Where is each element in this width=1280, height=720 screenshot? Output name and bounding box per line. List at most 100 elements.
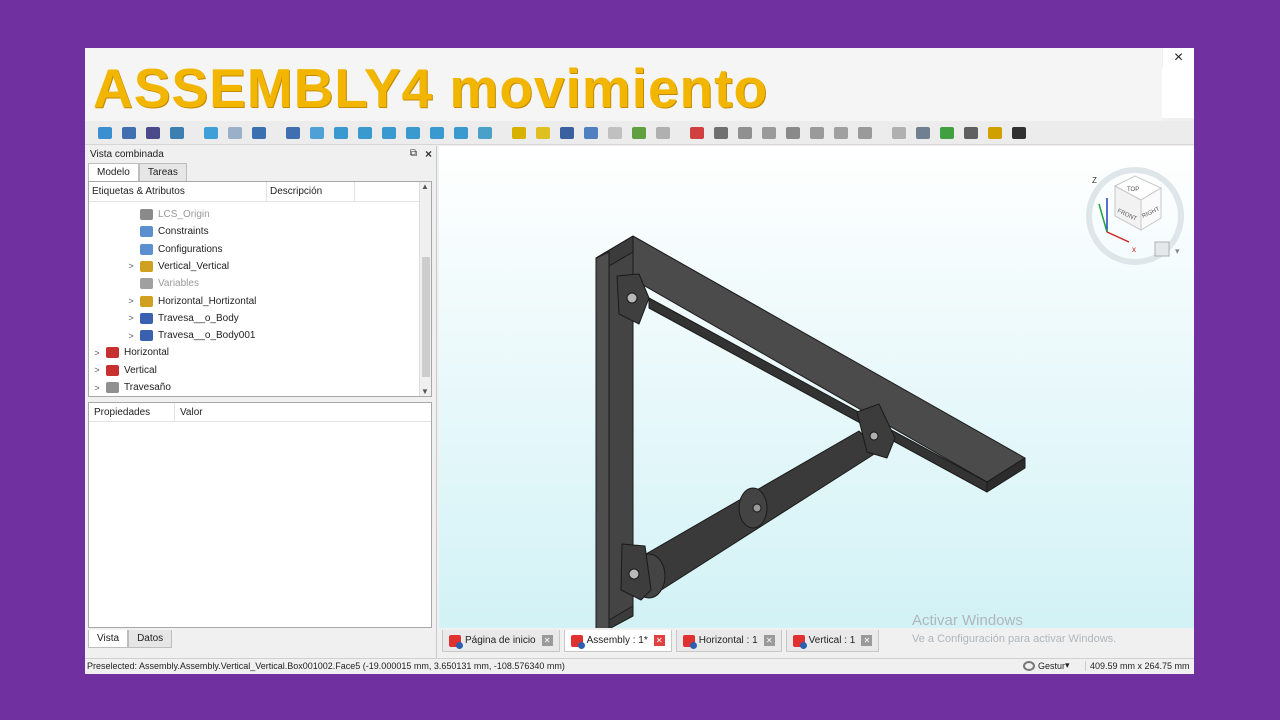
gear-icon[interactable] [985,124,1005,142]
lower-bolt-hole [628,568,640,580]
check-icon[interactable] [913,124,933,142]
mouse-icon [1023,660,1035,671]
fit-all-icon[interactable] [95,124,115,142]
folder-icon [140,226,153,238]
combo-view-header: Vista combinada ⧉ × [85,146,437,164]
close-tab-icon[interactable]: ✕ [861,635,873,646]
navcube-top-label: TOP [1127,187,1139,193]
expand-arrow-icon[interactable]: > [126,331,136,341]
tree-item-label: Constraints [158,226,209,238]
tree-col-description[interactable]: Descripción [267,182,355,201]
variables-icon[interactable] [831,124,851,142]
new-part-icon[interactable] [533,124,553,142]
animation-icon[interactable] [1009,124,1029,142]
tab-tareas[interactable]: Tareas [138,163,187,181]
expand-arrow-icon[interactable]: > [126,313,136,323]
expand-arrow-icon[interactable]: > [92,365,102,375]
new-lcs-icon[interactable] [687,124,707,142]
tree-item[interactable]: > Travesa__o_Body001 [89,327,255,344]
tab-modelo[interactable]: Modelo [88,163,139,181]
std-views-icon[interactable] [249,124,269,142]
tree-item[interactable]: > Vertical [89,362,157,379]
new-sketch-icon[interactable] [581,124,601,142]
screw-icon[interactable] [653,124,673,142]
tab-datos[interactable]: Datos [128,630,173,648]
tree-item-label: Vertical_Vertical [158,260,230,272]
navigation-style-button[interactable]: Gestur ▾ [1023,660,1070,671]
tree-item[interactable]: Variables [89,275,199,292]
tree-item-label: LCS_Origin [158,209,210,220]
expand-arrow-icon[interactable]: > [92,383,102,393]
tree-item[interactable]: > Horizontal_Hortizontal [89,293,256,310]
model-tree[interactable]: Etiquetas & Atributos Descripción LCS_Or… [88,181,432,397]
new-datum-icon[interactable] [711,124,731,142]
place-link-icon[interactable] [759,124,779,142]
doc-tab-assembly[interactable]: Assembly : 1* ✕ [563,630,672,652]
move-icon[interactable] [807,124,827,142]
expand-arrow-icon[interactable]: > [92,348,102,358]
solver-icon[interactable] [961,124,981,142]
scroll-down-icon[interactable]: ▼ [421,387,429,396]
body-link-icon [140,312,153,324]
zoom-icon[interactable] [119,124,139,142]
prop-col-properties[interactable]: Propiedades [89,403,175,421]
3d-viewport[interactable]: ▾ Z x TOP FRONT RIGHT Z Y X [439,146,1194,628]
tab-vista[interactable]: Vista [88,630,129,648]
doc-tab-start-page[interactable]: Página de inicio ✕ [442,630,560,652]
new-axis-icon[interactable] [735,124,755,142]
zoom-fit-icon[interactable] [283,124,303,142]
right-view-icon[interactable] [379,124,399,142]
prop-col-value[interactable]: Valor [175,403,208,421]
insert-link-icon[interactable] [605,124,625,142]
front-view-icon[interactable] [331,124,351,142]
close-tab-icon[interactable]: ✕ [763,635,775,646]
hierarchy-icon[interactable] [855,124,875,142]
new-model-icon[interactable] [509,124,529,142]
tree-col-labels[interactable]: Etiquetas & Atributos [89,182,267,201]
rear-view-icon[interactable] [403,124,423,142]
bom-icon[interactable] [889,124,909,142]
isometric-view-icon[interactable] [307,124,327,142]
doc-tab-horizontal[interactable]: Horizontal : 1 ✕ [675,630,782,652]
bounding-box-icon[interactable] [167,124,187,142]
tree-scrollbar[interactable]: ▲ ▼ [419,182,431,396]
forward-arrow-icon[interactable] [225,124,245,142]
status-bar: Preselected: Assembly.Assembly.Vertical_… [85,658,1194,674]
body-link-icon [140,330,153,342]
expand-arrow-icon[interactable]: > [126,296,136,306]
close-tab-icon[interactable]: ✕ [653,635,665,646]
tree-item[interactable]: > Vertical_Vertical [89,258,229,275]
close-tab-icon[interactable]: ✕ [541,635,553,646]
add-icon[interactable] [937,124,957,142]
left-view-icon[interactable] [451,124,471,142]
float-panel-icon[interactable]: ⧉ [410,148,417,159]
scroll-thumb[interactable] [422,257,430,377]
nav-style-label: Gestur [1038,660,1066,671]
tree-item[interactable]: > Travesaño [89,379,171,396]
top-view-icon[interactable] [355,124,375,142]
new-body-icon[interactable] [557,124,577,142]
release-icon[interactable] [783,124,803,142]
doc-tab-label: Página de inicio [465,635,536,646]
back-arrow-icon[interactable] [201,124,221,142]
measure-icon[interactable] [475,124,495,142]
bracket-model[interactable] [595,235,1026,628]
tree-item-label: Horizontal_Hortizontal [158,295,257,307]
tree-item[interactable]: LCS_Origin [89,206,210,223]
expand-arrow-icon[interactable]: > [126,261,136,271]
document-icon [106,347,119,359]
tree-item[interactable]: Configurations [89,241,222,258]
doc-tab-vertical[interactable]: Vertical : 1 ✕ [785,630,880,652]
insert-part-icon[interactable] [629,124,649,142]
property-view[interactable]: Propiedades Valor [88,402,432,628]
close-window-button[interactable]: × [1163,48,1194,68]
close-panel-icon[interactable]: × [425,147,432,161]
tree-item[interactable]: > Horizontal [89,344,169,361]
draw-style-icon[interactable] [143,124,163,142]
tree-item[interactable]: > Travesa__o_Body [89,310,239,327]
horizontal-beam-top [595,235,1026,483]
scroll-up-icon[interactable]: ▲ [421,182,429,191]
bottom-view-icon[interactable] [427,124,447,142]
tree-item[interactable]: Constraints [89,223,209,240]
tree-header: Etiquetas & Atributos Descripción [89,182,431,202]
